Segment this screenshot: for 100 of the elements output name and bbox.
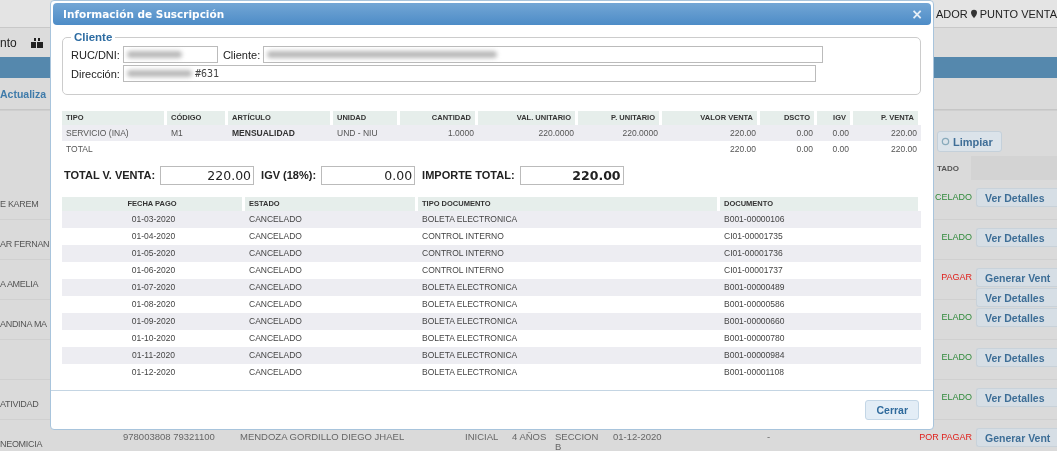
table-cell-text: INICIAL bbox=[465, 432, 500, 442]
total-label: IGV (18%): bbox=[261, 169, 317, 181]
menu-item[interactable]: nto bbox=[0, 35, 17, 50]
payment-status: POR PAGAR bbox=[919, 432, 972, 442]
table-cell-text: 220.0000 bbox=[621, 127, 659, 140]
student-name: ATIVIDAD bbox=[0, 399, 39, 409]
table-cell-text: BOLETA ELECTRONICA bbox=[421, 349, 519, 362]
table-cell-text: 1.0000 bbox=[447, 127, 475, 140]
student-name: NEOMICIA bbox=[0, 439, 43, 449]
user-role-text: ADOR bbox=[936, 7, 968, 20]
table-cell-text: B001-00000780 bbox=[723, 332, 786, 345]
table-cell-text: 220.00 bbox=[729, 127, 757, 140]
total-label: IMPORTE TOTAL: bbox=[422, 169, 515, 181]
table-cell-text: CONTROL INTERNO bbox=[421, 230, 505, 243]
table-cell-text: 4 AÑOS bbox=[512, 432, 548, 442]
table-cell-text: M1 bbox=[170, 127, 184, 140]
client-field[interactable] bbox=[263, 46, 824, 63]
action-button[interactable]: Ver Detalles bbox=[976, 308, 1057, 327]
column-header: TADO bbox=[937, 163, 961, 173]
table-cell-text: B001-00000106 bbox=[723, 213, 786, 226]
table-cell-text: 01-11-2020 bbox=[131, 349, 176, 362]
table-cell-text: 220.0000 bbox=[537, 127, 575, 140]
clear-button[interactable]: Limpiar bbox=[937, 131, 1002, 152]
action-button[interactable]: Generar Vent bbox=[976, 428, 1057, 447]
table-cell-text: BOLETA ELECTRONICA bbox=[421, 213, 519, 226]
panel-legend: Cliente bbox=[71, 31, 116, 43]
table-cell-text: CANCELADO bbox=[248, 332, 303, 345]
student-name: E KAREM bbox=[0, 199, 39, 209]
payment-status: PAGAR bbox=[941, 272, 972, 282]
boxes-icon[interactable] bbox=[30, 37, 43, 48]
table-cell-text: 0.00 bbox=[831, 127, 850, 140]
student-name: ANDINA MA bbox=[0, 319, 47, 329]
table-cell-text: 01-07-2020 bbox=[130, 281, 177, 294]
table-cell-text: CI01-00001737 bbox=[723, 264, 784, 277]
payment-status: ELADO bbox=[941, 352, 972, 362]
table-cell-text: 978003808 79321100 bbox=[123, 432, 216, 442]
table-cell-text: BOLETA ELECTRONICA bbox=[421, 298, 519, 311]
payment-status: ELADO bbox=[941, 392, 972, 402]
action-button[interactable]: Ver Detalles bbox=[976, 228, 1057, 247]
table-cell-text: BOLETA ELECTRONICA bbox=[421, 281, 519, 294]
table-cell-text: 220.00 bbox=[729, 143, 757, 156]
action-button[interactable]: Ver Detalles bbox=[976, 388, 1057, 407]
table-cell-text: MENSUALIDAD bbox=[231, 127, 296, 140]
table-cell-text: CANCELADO bbox=[248, 281, 303, 294]
payment-status: CELADO bbox=[935, 192, 972, 202]
table-cell-text: B001-00000984 bbox=[723, 349, 786, 362]
total-label: TOTAL V. VENTA: bbox=[64, 169, 156, 181]
refresh-link[interactable]: Actualiza bbox=[0, 87, 47, 100]
student-name: A AMELIA bbox=[0, 279, 39, 289]
table-cell-text: 220.00 bbox=[890, 143, 918, 156]
table-cell-text: BOLETA ELECTRONICA bbox=[421, 315, 519, 328]
close-icon[interactable]: × bbox=[911, 6, 923, 22]
payment-status: ELADO bbox=[941, 312, 972, 322]
table-cell-text: CANCELADO bbox=[248, 298, 303, 311]
table-cell-text: 01-08-2020 bbox=[130, 298, 177, 311]
total-field: 0.00 bbox=[321, 165, 416, 185]
table-cell-text: SECCION B bbox=[555, 432, 600, 451]
table-cell-text: TOTAL bbox=[65, 143, 94, 156]
table-cell-text: CANCELADO bbox=[248, 264, 303, 277]
table-cell-text: CANCELADO bbox=[248, 247, 303, 260]
table-cell-text: 220.00 bbox=[890, 127, 918, 140]
payment-status: ELADO bbox=[941, 232, 972, 242]
table-cell-text: BOLETA ELECTRONICA bbox=[421, 366, 519, 379]
action-button[interactable]: Ver Detalles bbox=[976, 348, 1057, 367]
id-field[interactable] bbox=[122, 46, 218, 63]
field-label: Dirección: bbox=[71, 67, 120, 80]
action-button[interactable]: Generar Vent bbox=[976, 268, 1057, 287]
location-text: PUNTO VENTA bbox=[979, 7, 1057, 20]
field-label: RUC/DNI: bbox=[71, 48, 120, 61]
close-button[interactable]: Cerrar bbox=[865, 400, 919, 420]
table-cell-text: 01-05-2020 bbox=[130, 247, 177, 260]
table-cell-text: B001-00000586 bbox=[723, 298, 786, 311]
table-cell-text: CI01-00001735 bbox=[723, 230, 784, 243]
table-cell-text: CANCELADO bbox=[248, 315, 303, 328]
table-cell-text: CANCELADO bbox=[248, 230, 303, 243]
table-cell-text: B001-00001108 bbox=[723, 366, 785, 379]
table-cell-text: MENDOZA GORDILLO DIEGO JHAEL bbox=[240, 432, 406, 442]
address-field[interactable]: #631 bbox=[122, 65, 816, 82]
table-cell-text: 01-03-2020 bbox=[130, 213, 177, 226]
table-cell-text: 0.00 bbox=[795, 143, 814, 156]
refresh-icon bbox=[941, 137, 950, 146]
table-cell-text: CANCELADO bbox=[248, 366, 303, 379]
table-cell-text: 0.00 bbox=[831, 143, 850, 156]
table-cell-text: BOLETA ELECTRONICA bbox=[421, 332, 519, 345]
table-cell-text: SERVICIO (INA) bbox=[65, 127, 130, 140]
table-cell-text: 01-12-2020 bbox=[613, 432, 663, 442]
table-cell-text: CI01-00001736 bbox=[723, 247, 784, 260]
action-button[interactable]: Ver Detalles bbox=[976, 288, 1057, 307]
total-field: 220.00 bbox=[160, 165, 255, 185]
table-cell-text: CANCELADO bbox=[248, 213, 303, 226]
table-cell-text: 01-09-2020 bbox=[130, 315, 177, 328]
table-cell-text: 01-06-2020 bbox=[130, 264, 177, 277]
field-label: Cliente: bbox=[222, 48, 261, 61]
table-cell-text: 01-12-2020 bbox=[130, 366, 177, 379]
table-cell-text: B001-00000489 bbox=[723, 281, 786, 294]
table-cell-text: - bbox=[767, 432, 772, 442]
action-button[interactable]: Ver Detalles bbox=[976, 188, 1057, 207]
total-field: 220.00 bbox=[519, 165, 624, 185]
table-cell-text: UND - NIU bbox=[336, 127, 379, 140]
table-cell-text: CONTROL INTERNO bbox=[421, 264, 505, 277]
